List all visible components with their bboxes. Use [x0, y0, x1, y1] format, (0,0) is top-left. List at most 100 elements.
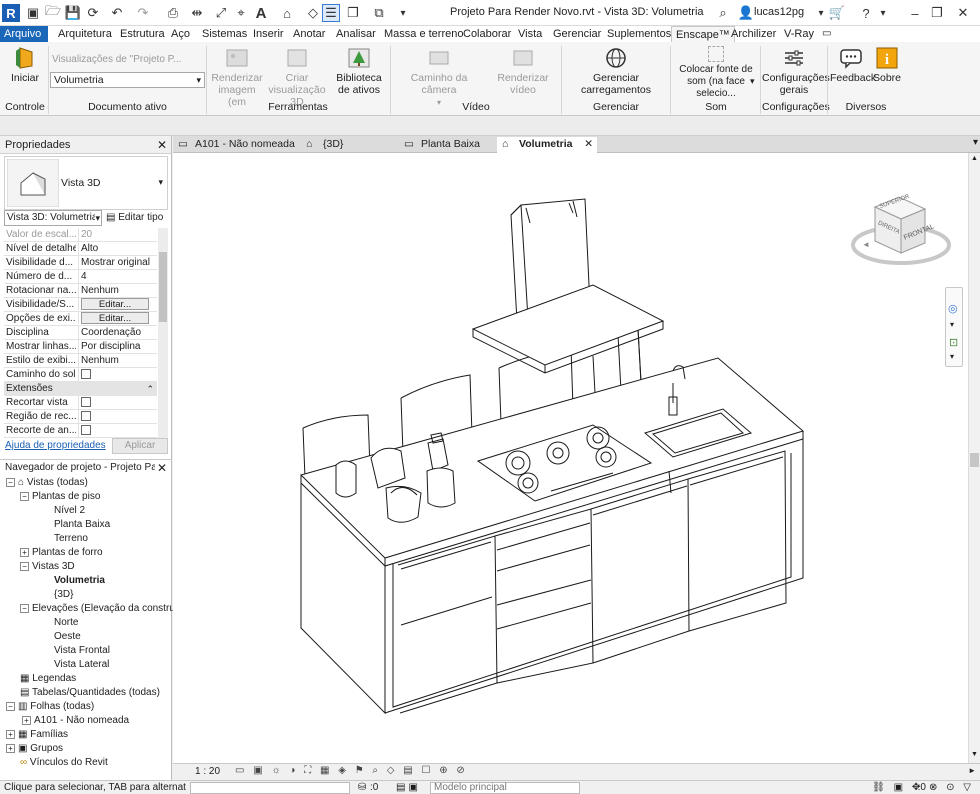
display-options-edit-button[interactable]: Editar...	[81, 312, 149, 324]
menu-estrutura[interactable]: Estrutura	[116, 26, 169, 42]
user-icon[interactable]: 👤	[737, 4, 755, 22]
tree-node[interactable]: + A101 - Não nomeada	[22, 714, 129, 728]
view-control-icons[interactable]: ▭ ▣ ☼ ◑ ⛶ ▦ ◈ ⚑ ⌕ ◇ ▤ ☐ ⊕ ⊘	[235, 765, 468, 776]
menu-sistemas[interactable]: Sistemas	[198, 26, 251, 42]
open-icon[interactable]: ▣	[24, 4, 42, 22]
config-gerais-button[interactable]: Configurações gerais	[762, 46, 830, 96]
sun-path-checkbox[interactable]	[81, 369, 91, 380]
user-name[interactable]: lucas12pg	[754, 6, 804, 18]
tree-node[interactable]: ∞ Vínculos do Revit	[20, 756, 108, 770]
viewcube[interactable]: ◄ SUPERIOR DIREITA FRONTAL	[849, 191, 957, 271]
crop-region-checkbox[interactable]	[81, 411, 91, 422]
annotation-crop-checkbox[interactable]	[81, 425, 91, 436]
doc-view-select[interactable]: Volumetria ▾	[50, 72, 205, 88]
tree-node[interactable]: ▦ Legendas	[20, 672, 76, 686]
viewport-vertical-scrollbar[interactable]: ▲ ▼	[968, 153, 980, 763]
collapse-toggle-icon[interactable]: −	[6, 701, 15, 711]
tree-node[interactable]: Terreno	[54, 532, 88, 546]
help-link[interactable]: Ajuda de propriedades	[5, 440, 106, 451]
prop-row[interactable]: Rotacionar na... Nenhum	[4, 284, 157, 298]
visibility-edit-button[interactable]: Editar...	[81, 298, 149, 310]
nav-dropdown-icon[interactable]: ▾	[950, 320, 954, 329]
redo-icon[interactable]: ↷	[134, 4, 152, 22]
menu-enscape[interactable]: Enscape™	[671, 26, 735, 42]
menu-arquitetura[interactable]: Arquitetura	[54, 26, 116, 42]
prop-row[interactable]: Nível de detalhe Alto	[4, 242, 157, 256]
close-hidden-icon[interactable]: ❐	[344, 4, 362, 22]
menu-inserir[interactable]: Inserir	[249, 26, 288, 42]
restore-icon[interactable]: ❐	[928, 4, 946, 22]
menu-vista[interactable]: Vista	[514, 26, 546, 42]
tree-node[interactable]: ▤ Tabelas/Quantidades (todas)	[20, 686, 160, 700]
expand-toggle-icon[interactable]: +	[6, 729, 15, 739]
menu-archilizer[interactable]: Archilizer	[727, 26, 780, 42]
properties-close-icon[interactable]: ✕	[157, 136, 167, 154]
type-dropdown-icon[interactable]: ▾	[158, 177, 163, 188]
sync-icon[interactable]: ⟳	[84, 4, 102, 22]
view-scale[interactable]: 1 : 20	[195, 766, 220, 777]
status-tool-icons[interactable]: ▤▣	[396, 781, 421, 794]
tree-node[interactable]: Norte	[54, 616, 78, 630]
crop-view-checkbox[interactable]	[81, 397, 91, 408]
design-option-select[interactable]: Modelo principal	[430, 782, 580, 794]
expand-toggle-icon[interactable]: +	[22, 715, 31, 725]
tree-node[interactable]: − ▥ Folhas (todas)	[6, 700, 94, 714]
3d-view-icon[interactable]: ⌂	[278, 4, 296, 22]
revit-logo-icon[interactable]: R	[2, 4, 20, 22]
instance-select[interactable]: Vista 3D: Volumetria ▾	[4, 210, 102, 226]
tree-node[interactable]: Nível 2	[54, 504, 85, 518]
properties-scrollbar[interactable]	[158, 228, 168, 438]
prop-row[interactable]: Visibilidade d... Mostrar original	[4, 256, 157, 270]
feedback-button[interactable]: Feedback	[830, 46, 876, 84]
type-selector[interactable]: Vista 3D ▾	[4, 156, 168, 210]
3d-viewport[interactable]: ◄ SUPERIOR DIREITA FRONTAL ◎ ▾ ⊡ ▾	[173, 153, 968, 763]
project-browser-close-icon[interactable]: ✕	[157, 461, 167, 475]
gerenciar-carregamentos-button[interactable]: Gerenciar carregamentos	[570, 46, 662, 96]
switch-windows-icon[interactable]: ⧉	[370, 4, 388, 22]
renderizar-video-button[interactable]: Renderizar vídeo	[488, 46, 558, 96]
qa-dropdown-icon[interactable]: ▾	[394, 4, 412, 22]
dimension-icon[interactable]: ⤢	[212, 4, 230, 22]
prop-row[interactable]: Disciplina Coordenação	[4, 326, 157, 340]
criar-visualizacao-button[interactable]: Criar visualização 3D	[266, 46, 328, 108]
tree-node[interactable]: {3D}	[54, 588, 73, 602]
undo-icon[interactable]: ↶	[108, 4, 126, 22]
collapse-toggle-icon[interactable]: −	[6, 477, 15, 487]
tab-3d[interactable]: ⌂ {3D}	[301, 137, 397, 153]
hscroll-right-icon[interactable]: ►	[968, 766, 976, 775]
tree-node[interactable]: Oeste	[54, 630, 81, 644]
apply-button[interactable]: Aplicar	[112, 438, 168, 454]
tab-volumetria[interactable]: ⌂ Volumetria ✕	[497, 137, 597, 153]
sobre-button[interactable]: i Sobre	[872, 46, 902, 84]
tabs-dropdown-icon[interactable]: ▾	[973, 137, 978, 148]
tab-planta-baixa[interactable]: ▭ Planta Baixa	[399, 137, 495, 153]
zoom-icon[interactable]: ⊡	[949, 336, 958, 349]
som-dropdown-icon[interactable]: ▾	[750, 76, 755, 87]
thin-lines-icon[interactable]: ☰	[322, 4, 340, 22]
menu-suplementos[interactable]: Suplementos	[603, 26, 675, 42]
menu-arquivo[interactable]: Arquivo	[0, 26, 48, 42]
workset-select[interactable]	[190, 782, 350, 794]
tree-node[interactable]: Vista Lateral	[54, 658, 109, 672]
colocar-som-button[interactable]: Colocar fonte de som (na face selecio...	[674, 64, 758, 100]
tab-a101[interactable]: ▭ A101 - Não nomeada	[173, 137, 299, 153]
help-icon[interactable]: ?	[857, 4, 875, 22]
collapse-toggle-icon[interactable]: −	[20, 603, 29, 613]
menu-massa-terreno[interactable]: Massa e terreno	[380, 26, 467, 42]
scroll-up-icon[interactable]: ▲	[971, 155, 978, 162]
help-dropdown-icon[interactable]: ▾	[874, 4, 892, 22]
tag-icon[interactable]: ⌖	[232, 4, 250, 22]
zoom-dropdown-icon[interactable]: ▾	[950, 352, 954, 361]
biblioteca-ativos-button[interactable]: Biblioteca de ativos	[330, 46, 388, 96]
print-icon[interactable]: ⎙	[164, 4, 182, 22]
tree-node[interactable]: + Plantas de forro	[20, 546, 103, 560]
tree-node[interactable]: − ⌂ Vistas (todas)	[6, 476, 88, 490]
tree-node[interactable]: − Vistas 3D	[20, 560, 75, 574]
steering-wheel-icon[interactable]: ◎	[948, 302, 958, 315]
close-icon[interactable]: ✕	[954, 4, 972, 22]
tree-node-selected[interactable]: Volumetria	[54, 574, 105, 588]
tree-node[interactable]: Planta Baixa	[54, 518, 110, 532]
tree-node[interactable]: − Elevações (Elevação da construç	[20, 602, 180, 616]
tree-node[interactable]: + ▣ Grupos	[6, 742, 63, 756]
menu-anotar[interactable]: Anotar	[289, 26, 329, 42]
